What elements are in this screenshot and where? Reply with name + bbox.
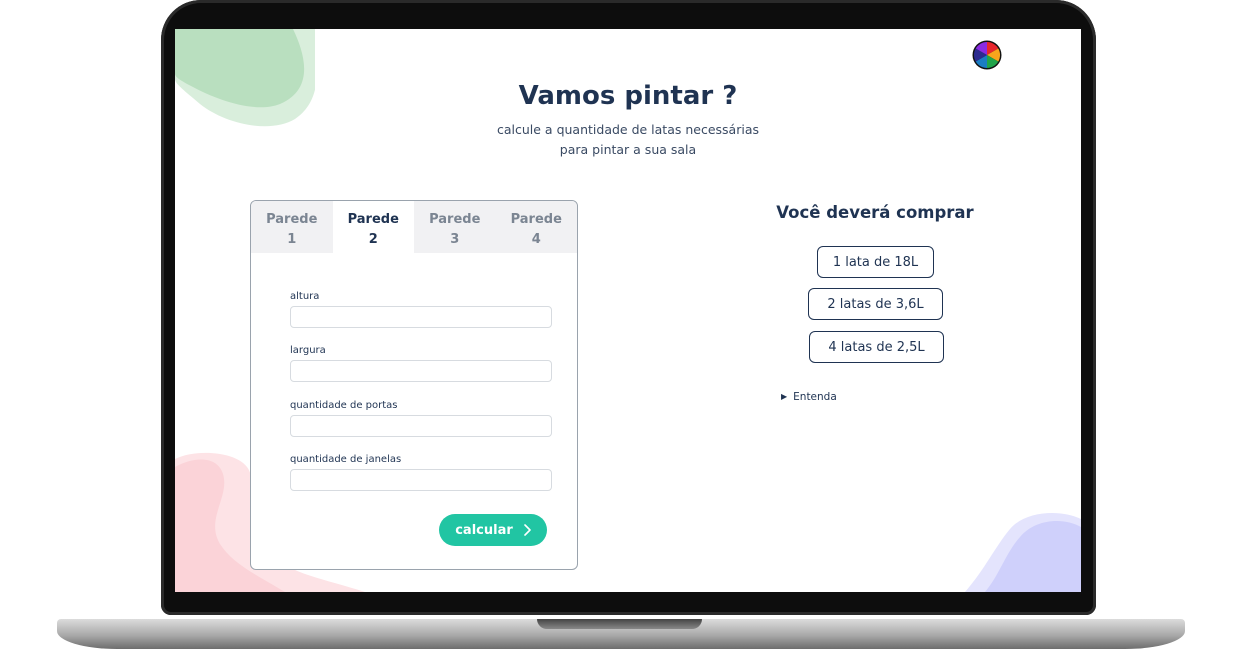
tab-number: 4 bbox=[531, 232, 541, 247]
janelas-input[interactable] bbox=[290, 469, 552, 491]
entenda-label: Entenda bbox=[793, 391, 837, 403]
calcular-button[interactable]: calcular bbox=[439, 514, 547, 546]
laptop-notch bbox=[537, 619, 702, 629]
tab-parede-2[interactable]: Parede 2 bbox=[332, 201, 414, 253]
portas-field-group: quantidade de portas bbox=[290, 399, 552, 437]
lavender-blob-decoration bbox=[965, 513, 1081, 592]
portas-input[interactable] bbox=[290, 415, 552, 437]
color-wheel-logo-icon bbox=[972, 40, 1002, 70]
largura-label: largura bbox=[290, 345, 326, 356]
green-blob-decoration bbox=[175, 29, 315, 127]
result-item-2: 2 latas de 3,6L bbox=[808, 288, 943, 320]
page-title: Vamos pintar ? bbox=[518, 81, 738, 111]
tab-label: Parede bbox=[347, 212, 399, 227]
tab-label: Parede bbox=[266, 212, 318, 227]
tab-number: 2 bbox=[368, 232, 378, 247]
entenda-details-toggle[interactable]: ▶ Entenda bbox=[781, 391, 837, 403]
page-subtitle-line-2: para pintar a sua sala bbox=[559, 142, 697, 157]
wall-tabs: Parede 1 Parede 2 Parede 3 Parede 4 bbox=[251, 201, 577, 253]
app-screen: Vamos pintar ? calcule a quantidade de l… bbox=[175, 29, 1081, 592]
tab-label: Parede bbox=[510, 212, 562, 227]
wall-form-card: Parede 1 Parede 2 Parede 3 Parede 4 altu… bbox=[250, 200, 578, 570]
tab-label: Parede bbox=[429, 212, 481, 227]
largura-input[interactable] bbox=[290, 360, 552, 382]
tab-number: 3 bbox=[450, 232, 460, 247]
result-item-1: 1 lata de 18L bbox=[817, 246, 934, 278]
tab-parede-3[interactable]: Parede 3 bbox=[414, 201, 496, 253]
caret-right-icon: ▶ bbox=[781, 392, 788, 401]
janelas-label: quantidade de janelas bbox=[290, 454, 402, 465]
calcular-label: calcular bbox=[455, 522, 513, 538]
laptop-base bbox=[57, 619, 1185, 649]
tab-parede-4[interactable]: Parede 4 bbox=[495, 201, 577, 253]
page-subtitle-line-1: calcule a quantidade de latas necessária… bbox=[497, 122, 759, 137]
largura-field-group: largura bbox=[290, 344, 552, 382]
chevron-right-icon bbox=[523, 524, 531, 536]
janelas-field-group: quantidade de janelas bbox=[290, 453, 552, 491]
tab-parede-1[interactable]: Parede 1 bbox=[251, 201, 333, 253]
altura-input[interactable] bbox=[290, 306, 552, 328]
tab-number: 1 bbox=[287, 232, 297, 247]
result-item-3: 4 latas de 2,5L bbox=[809, 331, 944, 363]
portas-label: quantidade de portas bbox=[290, 400, 398, 411]
altura-field-group: altura bbox=[290, 290, 552, 328]
altura-label: altura bbox=[290, 291, 320, 302]
result-title: Você deverá comprar bbox=[776, 203, 974, 222]
